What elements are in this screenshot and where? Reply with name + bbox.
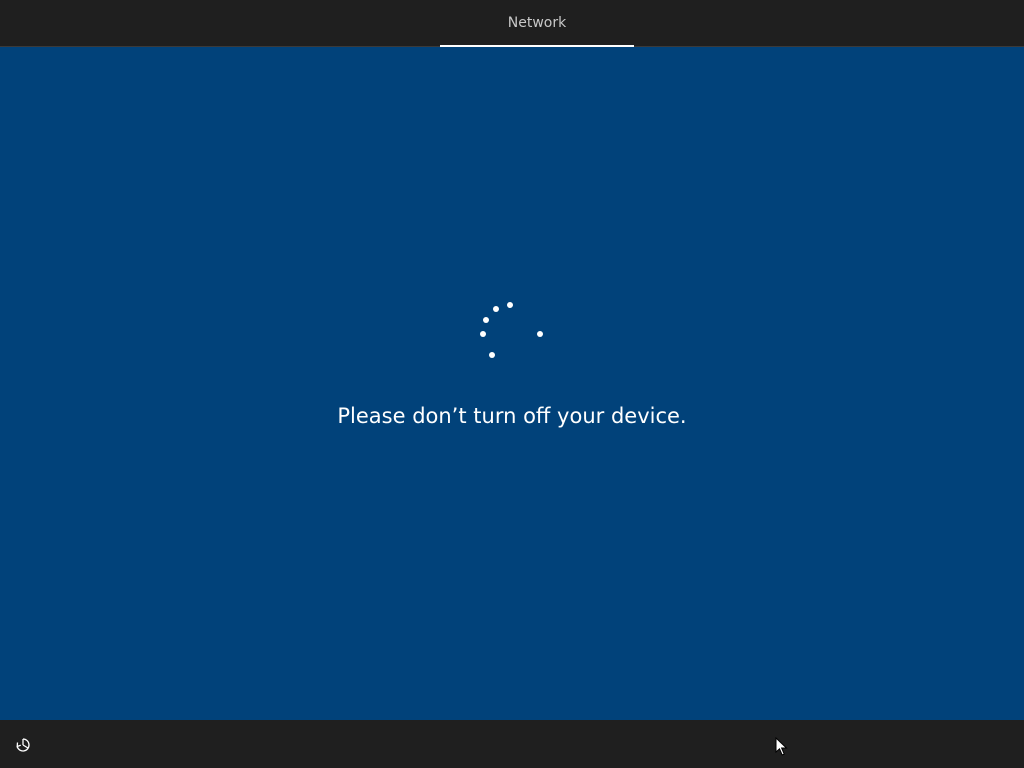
status-message: Please don’t turn off your device. <box>337 404 687 428</box>
spinner-dot <box>489 352 495 358</box>
spinner-dot <box>507 302 513 308</box>
spinner-dot <box>537 331 543 337</box>
spinner-dot <box>483 317 489 323</box>
tab-network-label: Network <box>507 15 567 31</box>
mouse-cursor-icon <box>775 736 789 757</box>
loading-spinner-icon <box>472 296 552 366</box>
ease-of-access-glyph <box>16 738 30 752</box>
main-area <box>0 47 1024 720</box>
bottom-bar <box>0 720 1024 768</box>
tab-network: Network <box>440 0 634 46</box>
mouse-cursor-glyph <box>775 736 788 756</box>
ease-of-access-icon[interactable] <box>14 736 32 754</box>
spinner-dot <box>493 306 499 312</box>
spinner-dot <box>480 331 486 337</box>
